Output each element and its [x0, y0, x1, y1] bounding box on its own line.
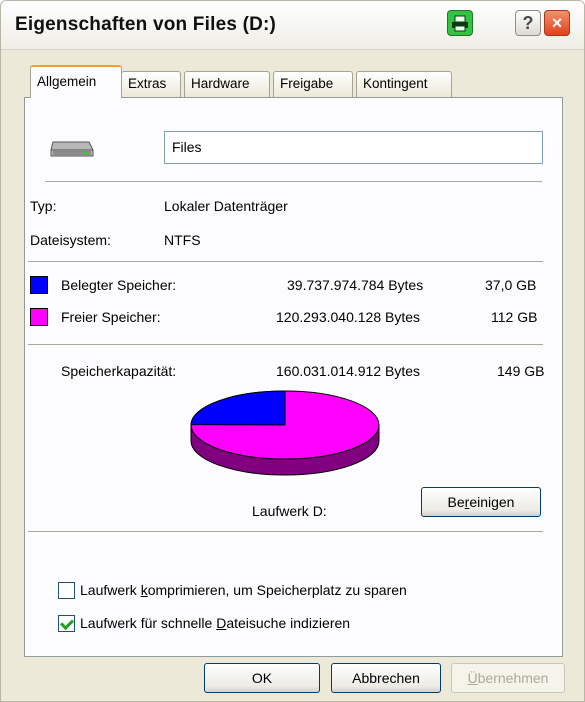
compress-checkbox[interactable]	[58, 582, 75, 599]
used-space-label: Belegter Speicher:	[61, 277, 177, 293]
cleanup-button[interactable]: Bereinigen	[421, 487, 541, 517]
tab-allgemein[interactable]: Allgemein	[30, 65, 122, 98]
tab-hardware[interactable]: Hardware	[184, 71, 270, 97]
filesystem-value: NTFS	[164, 232, 201, 248]
tab-kontingent[interactable]: Kontingent	[356, 71, 452, 97]
properties-dialog: Eigenschaften von Files (D:) ? × Allgeme…	[0, 0, 585, 702]
pie-slice-used	[190, 390, 286, 426]
hard-drive-icon	[50, 141, 94, 157]
apply-button[interactable]: Übernehmen	[451, 663, 565, 693]
cancel-button[interactable]: Abbrechen	[331, 663, 441, 693]
free-space-bytes: 120.293.040.128 Bytes	[276, 309, 421, 325]
index-checkbox[interactable]	[58, 615, 75, 632]
divider	[45, 181, 542, 182]
tab-freigabe[interactable]: Freigabe	[273, 71, 353, 97]
capacity-size: 149 GB	[497, 363, 545, 379]
drive-name-field[interactable]: Files	[164, 131, 543, 164]
divider	[28, 531, 543, 532]
capacity-label: Speicherkapazität:	[61, 363, 177, 379]
ok-button[interactable]: OK	[204, 663, 320, 693]
used-space-size: 37,0 GB	[485, 277, 537, 293]
disk-usage-pie-chart	[190, 390, 380, 476]
help-button[interactable]: ?	[515, 10, 541, 36]
type-value: Lokaler Datenträger	[164, 198, 288, 214]
index-label[interactable]: Laufwerk für schnelle Dateisuche indizie…	[80, 615, 350, 631]
compress-label[interactable]: Laufwerk komprimieren, um Speicherplatz …	[80, 582, 407, 598]
title-bar: Eigenschaften von Files (D:) ? ×	[1, 1, 584, 50]
tab-extras[interactable]: Extras	[121, 71, 181, 97]
general-panel: Files Typ: Lokaler Datenträger Dateisyst…	[24, 97, 563, 657]
close-button[interactable]: ×	[544, 10, 570, 36]
divider	[28, 261, 543, 262]
drive-label: Laufwerk D:	[252, 503, 327, 519]
printer-icon[interactable]	[447, 10, 473, 36]
used-space-swatch	[30, 276, 48, 294]
filesystem-label: Dateisystem:	[30, 232, 111, 248]
divider	[28, 344, 543, 345]
free-space-size: 112 GB	[491, 309, 538, 325]
free-space-label: Freier Speicher:	[61, 309, 161, 325]
used-space-bytes: 39.737.974.784 Bytes	[287, 277, 424, 293]
free-space-swatch	[30, 308, 48, 326]
window-title: Eigenschaften von Files (D:)	[15, 14, 277, 35]
capacity-bytes: 160.031.014.912 Bytes	[276, 363, 421, 379]
type-label: Typ:	[30, 198, 57, 214]
